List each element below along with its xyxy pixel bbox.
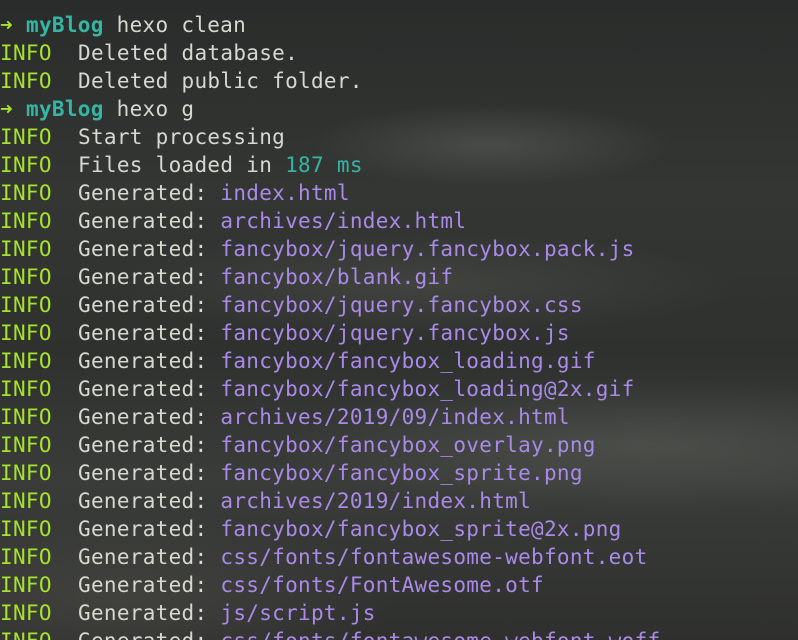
log-line: INFO Generated: fancybox/jquery.fancybox.… [0, 291, 798, 319]
prompt-line: ➜ myBlog hexo g [0, 95, 798, 123]
log-message: Generated: [78, 181, 208, 205]
generated-file-path: archives/index.html [220, 209, 467, 233]
generated-file-path: fancybox/blank.gif [220, 265, 454, 289]
log-level: INFO [0, 349, 52, 373]
generated-file-path: fancybox/fancybox_loading.gif [220, 349, 596, 373]
log-line: INFO Generated: fancybox/fancybox_sprite@… [0, 515, 798, 543]
prompt-arrow-icon: ➜ [0, 97, 13, 121]
log-level: INFO [0, 265, 52, 289]
generated-file-path: fancybox/jquery.fancybox.css [220, 293, 583, 317]
generated-file-path: fancybox/jquery.fancybox.js [220, 321, 570, 345]
generated-file-path: js/script.js [220, 601, 376, 625]
log-line: INFO Generated: archives/2019/09/index.ht… [0, 403, 798, 431]
log-message: Deleted public folder. [78, 69, 363, 93]
log-level: INFO [0, 517, 52, 541]
log-message: Generated: [78, 265, 208, 289]
log-message: Generated: [78, 573, 208, 597]
log-level: INFO [0, 489, 52, 513]
log-level: INFO [0, 573, 52, 597]
duration-value: 187 ms [285, 153, 363, 177]
log-message: Generated: [78, 405, 208, 429]
generated-file-path: index.html [220, 181, 350, 205]
log-line: INFO Files loaded in 187 ms [0, 151, 798, 179]
generated-file-path: fancybox/fancybox_loading@2x.gif [220, 377, 635, 401]
command-text: hexo clean [116, 13, 247, 37]
log-line: INFO Generated: fancybox/jquery.fancybox.… [0, 235, 798, 263]
generated-file-path: css/fonts/fontawesome-webfont.woff [220, 629, 660, 640]
log-message: Generated: [78, 433, 208, 457]
log-message: Generated: [78, 517, 208, 541]
log-message: Generated: [78, 209, 208, 233]
log-message: Generated: [78, 237, 208, 261]
log-level: INFO [0, 545, 52, 569]
generated-file-path: archives/2019/09/index.html [220, 405, 570, 429]
log-level: INFO [0, 181, 52, 205]
log-line: INFO Generated: css/fonts/fontawesome-web… [0, 543, 798, 571]
log-message: Generated: [78, 377, 208, 401]
log-level: INFO [0, 153, 52, 177]
terminal-output: ➜ myBlog hexo clean INFO Deleted database. I… [0, 11, 798, 640]
command-text: hexo g [116, 97, 195, 121]
log-message: Generated: [78, 349, 208, 373]
log-message: Generated: [78, 629, 207, 640]
log-level: INFO [0, 321, 52, 345]
log-line: INFO Generated: css/fonts/FontAwesome.otf [0, 571, 798, 599]
log-level: INFO [0, 125, 52, 149]
prompt-directory: myBlog [26, 13, 104, 37]
log-line: INFO Generated: fancybox/jquery.fancybox.… [0, 319, 798, 347]
generated-file-path: css/fonts/FontAwesome.otf [220, 573, 544, 597]
generated-file-path: css/fonts/fontawesome-webfont.eot [220, 545, 648, 569]
generated-file-path: fancybox/fancybox_sprite.png [220, 461, 583, 485]
generated-file-path: archives/2019/index.html [220, 489, 532, 513]
log-level: INFO [0, 237, 52, 261]
log-line: INFO Generated: archives/2019/index.html [0, 487, 798, 515]
log-level: INFO [0, 461, 52, 485]
log-level: INFO [0, 293, 52, 317]
generated-file-path: fancybox/fancybox_overlay.png [220, 433, 596, 457]
log-message: Generated: [78, 321, 208, 345]
log-level: INFO [0, 405, 52, 429]
log-message: Files loaded in [78, 153, 273, 177]
log-message: Generated: [78, 461, 208, 485]
log-line: INFO Generated: fancybox/fancybox_loading… [0, 375, 798, 403]
log-message: Generated: [78, 545, 208, 569]
log-line: INFO Deleted public folder. [0, 67, 798, 95]
log-line: INFO Generated: archives/index.html [0, 207, 798, 235]
log-line: INFO Start processing [0, 123, 798, 151]
log-message: Generated: [78, 489, 208, 513]
log-level: INFO [0, 601, 52, 625]
log-line: INFO Generated: fancybox/fancybox_overlay… [0, 431, 798, 459]
log-line: INFO Generated: fancybox/fancybox_sprite.… [0, 459, 798, 487]
log-line: INFO Generated: fancybox/fancybox_loading… [0, 347, 798, 375]
terminal-window[interactable]: ➜ myBlog hexo clean INFO Deleted database. I… [0, 0, 798, 640]
prompt-arrow-icon: ➜ [0, 13, 13, 37]
log-level: INFO [0, 69, 52, 93]
log-line: INFO Deleted database. [0, 39, 798, 67]
log-line: INFO Generated: index.html [0, 179, 798, 207]
log-level: INFO [0, 209, 52, 233]
log-message: Generated: [78, 601, 208, 625]
log-message: Generated: [78, 293, 208, 317]
log-level: INFO [0, 627, 78, 640]
prompt-line: ➜ myBlog hexo clean [0, 11, 798, 39]
log-line: INFO Generated: fancybox/blank.gif [0, 263, 798, 291]
log-line: INFOGenerated: css/fonts/fontawesome-web… [0, 627, 798, 640]
prompt-directory: myBlog [26, 97, 104, 121]
log-level: INFO [0, 41, 52, 65]
log-level: INFO [0, 433, 52, 457]
log-message: Start processing [78, 125, 286, 149]
log-level: INFO [0, 377, 52, 401]
log-line: INFO Generated: js/script.js [0, 599, 798, 627]
generated-file-path: fancybox/jquery.fancybox.pack.js [220, 237, 635, 261]
log-message: Deleted database. [78, 41, 299, 65]
generated-file-path: fancybox/fancybox_sprite@2x.png [220, 517, 622, 541]
